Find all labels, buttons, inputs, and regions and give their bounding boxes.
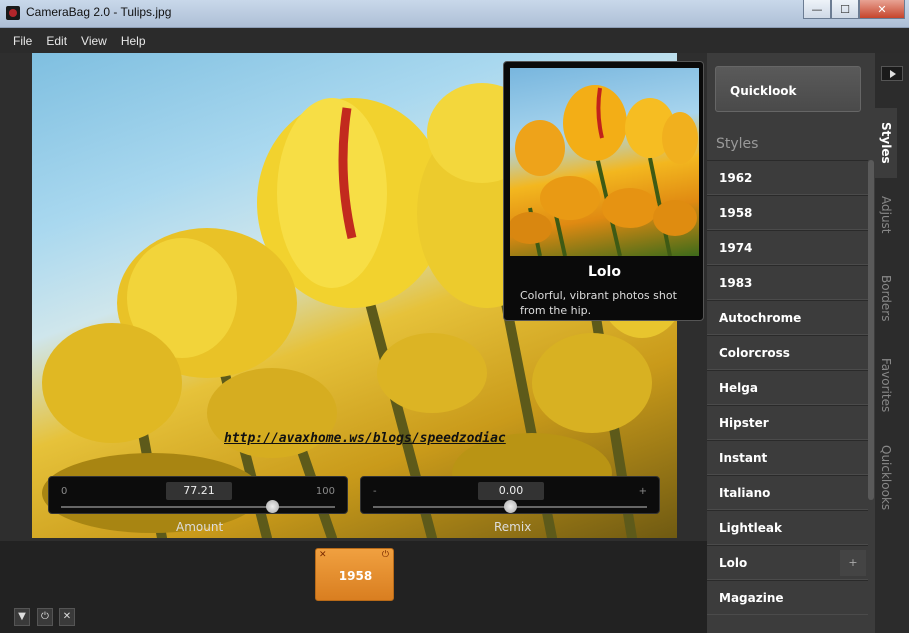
applied-styles-tray: ✕ ⏻ 1958 ▼ ⏻ ✕ bbox=[0, 541, 707, 633]
amount-min-label: 0 bbox=[61, 486, 68, 497]
styles-panel: Quicklook Styles 1962 1958 1974 1983 Aut… bbox=[707, 53, 875, 633]
style-list: 1962 1958 1974 1983 Autochrome Colorcros… bbox=[707, 160, 868, 615]
style-item-label: 1974 bbox=[719, 241, 753, 255]
camerabag-app-icon bbox=[6, 6, 20, 20]
power-button[interactable]: ⏻ bbox=[37, 608, 53, 626]
style-item-1983[interactable]: 1983 bbox=[707, 265, 868, 300]
style-item-label: Hipster bbox=[719, 416, 769, 430]
close-button[interactable]: ✕ bbox=[859, 0, 905, 19]
menu-file[interactable]: File bbox=[6, 34, 39, 48]
menu-edit[interactable]: Edit bbox=[39, 34, 74, 48]
remix-value-field[interactable]: 0.00 bbox=[478, 482, 544, 500]
tab-styles[interactable]: Styles bbox=[875, 108, 897, 178]
style-list-scrollbar[interactable] bbox=[868, 160, 874, 500]
applied-preset-card[interactable]: ✕ ⏻ 1958 bbox=[315, 548, 394, 601]
tab-quicklooks[interactable]: Quicklooks bbox=[875, 438, 897, 518]
style-item-label: Lolo bbox=[719, 556, 748, 570]
amount-label: Amount bbox=[176, 520, 224, 534]
style-item-label: 1962 bbox=[719, 171, 753, 185]
style-item-autochrome[interactable]: Autochrome bbox=[707, 300, 868, 335]
quicklook-button[interactable]: Quicklook bbox=[715, 66, 861, 112]
remix-min-label: - bbox=[373, 486, 377, 497]
amount-max-label: 100 bbox=[315, 486, 335, 497]
remove-preset-icon[interactable]: ✕ bbox=[319, 550, 327, 560]
styles-heading: Styles bbox=[716, 136, 759, 152]
tab-adjust[interactable]: Adjust bbox=[875, 190, 897, 240]
style-item-colorcross[interactable]: Colorcross bbox=[707, 335, 868, 370]
style-preview-description: Colorful, vibrant photos shot from the h… bbox=[520, 289, 677, 317]
style-item-label: Lightleak bbox=[719, 521, 782, 535]
remix-max-label: + bbox=[638, 486, 647, 497]
style-item-label: 1958 bbox=[719, 206, 753, 220]
window-controls: — ☐ ✕ bbox=[803, 0, 905, 19]
clear-button[interactable]: ✕ bbox=[59, 608, 75, 626]
style-item-lightleak[interactable]: Lightleak bbox=[707, 510, 868, 545]
menu-view[interactable]: View bbox=[74, 34, 114, 48]
style-item-label: Instant bbox=[719, 451, 768, 465]
style-item-label: Helga bbox=[719, 381, 758, 395]
style-item-hipster[interactable]: Hipster bbox=[707, 405, 868, 440]
minimize-button[interactable]: — bbox=[803, 0, 831, 19]
panel-tabs: Styles Adjust Borders Favorites Quickloo… bbox=[875, 53, 909, 633]
menu-help[interactable]: Help bbox=[114, 34, 153, 48]
collapse-tray-button[interactable]: ▼ bbox=[14, 608, 30, 626]
maximize-button[interactable]: ☐ bbox=[831, 0, 859, 19]
style-item-italiano[interactable]: Italiano bbox=[707, 475, 868, 510]
style-item-1958[interactable]: 1958 bbox=[707, 195, 868, 230]
style-item-instant[interactable]: Instant bbox=[707, 440, 868, 475]
amount-slider[interactable]: 0 77.21 100 bbox=[48, 476, 348, 514]
style-item-1962[interactable]: 1962 bbox=[707, 160, 868, 195]
style-item-label: 1983 bbox=[719, 276, 753, 290]
tab-borders[interactable]: Borders bbox=[875, 268, 897, 328]
amount-slider-track[interactable] bbox=[61, 506, 335, 508]
toggle-preset-power-icon[interactable]: ⏻ bbox=[382, 550, 389, 560]
amount-slider-knob[interactable] bbox=[266, 500, 280, 513]
add-style-button[interactable]: + bbox=[840, 550, 866, 576]
style-preview-tooltip: Lolo Colorful, vibrant photos shot from … bbox=[503, 61, 704, 321]
camerabag-window: CameraBag 2.0 - Tulips.jpg — ☐ ✕ File Ed… bbox=[0, 0, 909, 633]
watermark-text: http://avaxhome.ws/blogs/speedzodiac bbox=[224, 431, 506, 446]
style-item-magazine[interactable]: Magazine bbox=[707, 580, 868, 615]
tulip-thumbnail-graphic bbox=[510, 85, 698, 256]
style-item-helga[interactable]: Helga bbox=[707, 370, 868, 405]
window-title: CameraBag 2.0 - Tulips.jpg bbox=[26, 5, 172, 19]
style-item-1974[interactable]: 1974 bbox=[707, 230, 868, 265]
style-preview-thumbnail bbox=[510, 68, 699, 256]
amount-value-field[interactable]: 77.21 bbox=[166, 482, 232, 500]
remix-label: Remix bbox=[494, 520, 532, 534]
toggle-panel-icon[interactable] bbox=[881, 66, 903, 81]
remix-slider-knob[interactable] bbox=[503, 500, 517, 513]
title-bar: CameraBag 2.0 - Tulips.jpg — ☐ ✕ bbox=[0, 0, 909, 28]
menu-bar: File Edit View Help bbox=[0, 28, 909, 53]
applied-preset-label: 1958 bbox=[338, 569, 373, 583]
style-item-label: Autochrome bbox=[719, 311, 802, 325]
style-item-lolo[interactable]: Lolo + bbox=[707, 545, 868, 580]
tab-favorites[interactable]: Favorites bbox=[875, 351, 897, 419]
style-item-label: Colorcross bbox=[719, 346, 790, 360]
style-item-label: Magazine bbox=[719, 591, 784, 605]
remix-slider[interactable]: - 0.00 + bbox=[360, 476, 660, 514]
style-item-label: Italiano bbox=[719, 486, 771, 500]
style-preview-title: Lolo bbox=[588, 264, 621, 280]
